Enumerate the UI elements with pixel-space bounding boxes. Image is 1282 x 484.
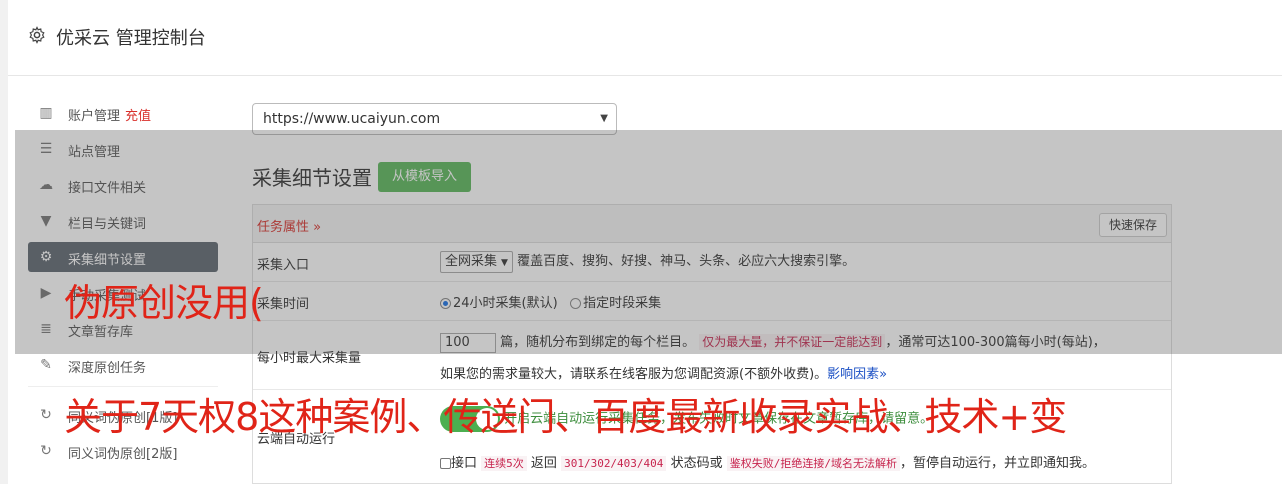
max-text: 篇，随机分布到绑定的每个栏目。 [500, 335, 696, 350]
row-label: 采集入口 [257, 258, 310, 273]
chevron-down-icon: ▼ [600, 113, 608, 124]
page-title: 优采云 管理控制台 [56, 28, 206, 49]
consec-badge: 连续5次 [481, 456, 527, 471]
settings-panel: 任务属性 » 快速保存 采集入口 全网采集 ▼ 覆盖百度、搜狗、好搜、神马、头条、… [252, 204, 1172, 484]
site-select[interactable]: https://www.ucaiyun.com ▼ [252, 103, 617, 135]
sidebar-item-interface-files[interactable]: ☁ 接口文件相关 [28, 170, 218, 200]
sidebar-item-label: 深度原创任务 [68, 361, 147, 376]
radio-custom-time[interactable] [570, 298, 582, 309]
section-title: 采集细节设置 [252, 166, 372, 190]
row-label: 每小时最大采集量 [257, 351, 362, 366]
cogs-icon: ⚙ [39, 249, 53, 265]
recharge-link[interactable]: 充值 [125, 109, 151, 124]
overlay-text-line2: 关于7天权8这种案例、传送门、百度最新收录实战、技术+变 [64, 395, 1067, 439]
filter-icon: ▼ [40, 213, 52, 229]
site-select-value: https://www.ucaiyun.com [263, 111, 441, 127]
row-time: 采集时间 24小时采集(默认) 指定时段采集 [253, 282, 1171, 321]
sidebar-item-label: 站点管理 [68, 145, 121, 160]
quick-save-button[interactable]: 快速保存 [1098, 213, 1167, 237]
auth-fail-badge: 鉴权失败/拒绝连接/域名无法解析 [726, 456, 900, 471]
iface-label: 接口 [451, 456, 478, 471]
status-codes: 301/302/403/404 [561, 456, 667, 471]
row-max: 每小时最大采集量 100 篇，随机分布到绑定的每个栏目。 仅为最大量，并不保证一… [253, 321, 1171, 390]
max-text-2: ，通常可达100-300篇每小时(每站)， [885, 335, 1106, 350]
panel-header: 任务属性 » 快速保存 [253, 205, 1171, 243]
cloud-upload-icon: ☁ [39, 177, 53, 193]
sidebar-item-collect-settings[interactable]: ⚙ 采集细节设置 [28, 242, 218, 272]
sidebar-item-sites[interactable]: ☰ 站点管理 [28, 134, 218, 164]
row-entry: 采集入口 全网采集 ▼ 覆盖百度、搜狗、好搜、神马、头条、必应六大搜索引擎。 [253, 243, 1171, 282]
max-warning: 仅为最大量，并不保证一定能达到 [699, 334, 886, 350]
return-text: 返回 [530, 456, 557, 471]
sidebar-item-label: 接口文件相关 [68, 181, 147, 196]
play-circle-icon: ▶ [40, 285, 52, 301]
sidebar-item-account[interactable]: ▥ 账户管理 充值 [28, 98, 218, 128]
tail-text: ，暂停自动运行，并立即通知我。 [899, 456, 1095, 471]
max-text-3: 如果您的需求量较大，请联系在线客服为您调配资源(不额外收费)。 [440, 367, 828, 382]
radio-custom-label: 指定时段采集 [583, 296, 662, 311]
sidebar-item-label: 采集细节设置 [68, 253, 147, 268]
bar-chart-icon: ▥ [39, 105, 53, 121]
sidebar-item-columns-keywords[interactable]: ▼ 栏目与关键词 [28, 206, 218, 236]
entry-desc: 覆盖百度、搜狗、好搜、神马、头条、必应六大搜索引擎。 [517, 254, 856, 269]
radio-24h-label: 24小时采集(默认) [453, 296, 558, 311]
overlay-text-line1: 伪原创没用( [64, 281, 264, 325]
edit-icon: ✎ [40, 357, 52, 373]
chevron-down-icon: » [313, 220, 322, 235]
sidebar-item-label: 栏目与关键词 [68, 217, 147, 232]
or-text: 状态码或 [670, 456, 723, 471]
gear-icon [29, 26, 45, 44]
row-label: 采集时间 [257, 297, 310, 312]
interface-checkbox[interactable] [440, 458, 451, 469]
top-header: 优采云 管理控制台 [8, 0, 1282, 76]
refresh-icon: ↻ [40, 443, 52, 459]
import-template-button[interactable]: 从模板导入 [378, 162, 471, 192]
sidebar-item-label: 同义词伪原创[2版] [68, 447, 178, 462]
server-icon: ☰ [39, 141, 53, 157]
max-per-hour-input[interactable]: 100 [440, 332, 496, 353]
sidebar-item-deep-original[interactable]: ✎ 深度原创任务 [28, 350, 218, 380]
refresh-icon: ↻ [40, 407, 52, 423]
task-attr-toggle[interactable]: 任务属性 » [257, 216, 321, 235]
radio-24h[interactable] [440, 298, 451, 309]
entry-select[interactable]: 全网采集 ▼ [440, 250, 513, 273]
database-icon: ≣ [40, 321, 52, 337]
chevron-down-icon: ▼ [501, 257, 508, 268]
factors-link[interactable]: 影响因素» [827, 367, 887, 382]
sidebar-item-label: 账户管理 [68, 109, 121, 124]
